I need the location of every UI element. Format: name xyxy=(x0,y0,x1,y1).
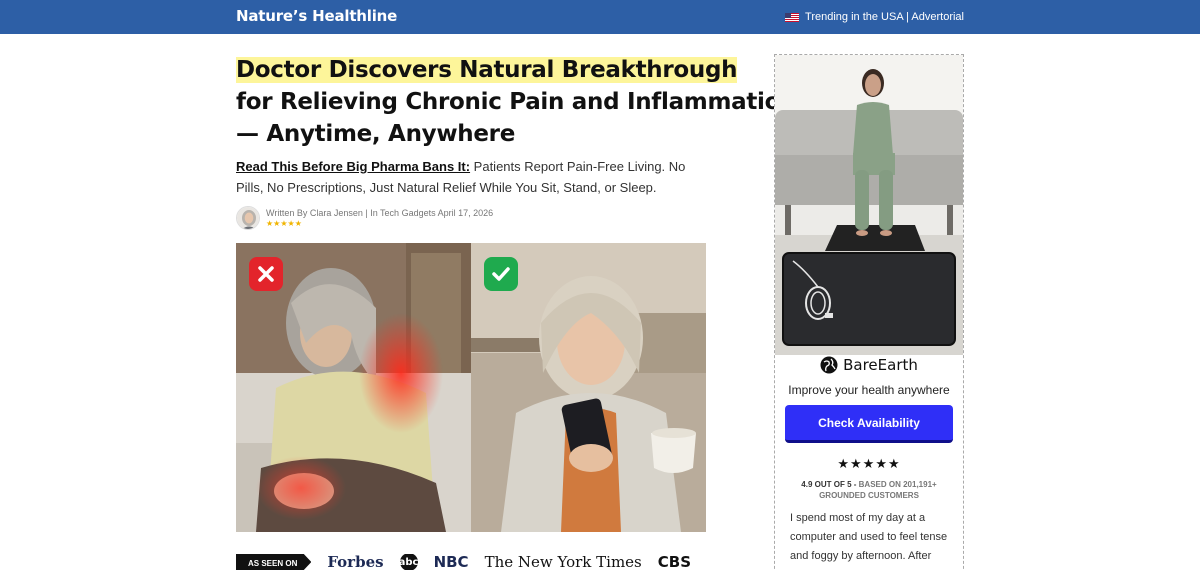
bad-x-badge xyxy=(249,257,283,291)
trending-text: Trending in the USA | Advertorial xyxy=(805,11,964,23)
article-subhead: Read This Before Big Pharma Bans It: Pat… xyxy=(236,156,716,198)
subhead-lead: Read This Before Big Pharma Bans It: xyxy=(236,159,471,174)
as-seen-on-bar: AS SEEN ON Forbes abc NBC The New York T… xyxy=(236,554,706,570)
us-flag-icon xyxy=(785,12,800,22)
sidebar-ad: BareEarth Improve your health anywhere C… xyxy=(774,54,964,570)
headline-highlight: Doctor Discovers Natural Breakthrough xyxy=(236,57,738,83)
byline-text: Written By Clara Jensen | In Tech Gadget… xyxy=(266,208,494,218)
cbs-logo: CBS xyxy=(657,554,691,570)
abc-logo: abc xyxy=(399,554,418,570)
customer-review: I spend most of my day at a computer and… xyxy=(790,512,948,562)
ad-brand: BareEarth xyxy=(775,356,963,374)
rating-score: 4.9 OUT OF 5 - xyxy=(801,480,857,489)
nbc-logo: NBC xyxy=(433,554,469,570)
headline-line-2: for Relieving Chronic Pain and Inflammat… xyxy=(236,89,797,115)
ad-rating-text: 4.9 OUT OF 5 - BASED ON 201,191+ GROUNDE… xyxy=(785,479,953,501)
site-header: Nature’s Healthline Trending in the USA … xyxy=(0,0,1200,34)
nyt-logo: The New York Times xyxy=(484,554,642,570)
site-logo[interactable]: Nature’s Healthline xyxy=(236,7,397,25)
check-availability-button[interactable]: Check Availability xyxy=(785,405,953,443)
good-check-badge xyxy=(484,257,518,291)
byline: Written By Clara Jensen | In Tech Gadget… xyxy=(236,205,493,231)
ad-brand-name: BareEarth xyxy=(843,356,918,374)
hero-comparison-image xyxy=(236,243,706,532)
byline-stars: ★★★★★ xyxy=(266,219,302,228)
before-photo xyxy=(236,243,471,532)
trending-notice: Trending in the USA | Advertorial xyxy=(785,11,964,23)
article-headline: Doctor Discovers Natural Breakthrough fo… xyxy=(236,54,797,150)
globe-icon xyxy=(820,356,838,374)
ad-product-photo[interactable] xyxy=(775,55,963,355)
forbes-logo: Forbes xyxy=(327,554,384,570)
after-photo xyxy=(471,243,706,532)
ad-rating-stars: ★★★★★ xyxy=(837,456,901,471)
check-icon xyxy=(492,267,510,281)
headline-line-3: — Anytime, Anywhere xyxy=(236,121,515,147)
ad-tagline: Improve your health anywhere xyxy=(788,383,950,397)
author-avatar xyxy=(236,206,260,230)
as-seen-on-label: AS SEEN ON xyxy=(236,554,312,570)
x-icon xyxy=(258,266,274,282)
